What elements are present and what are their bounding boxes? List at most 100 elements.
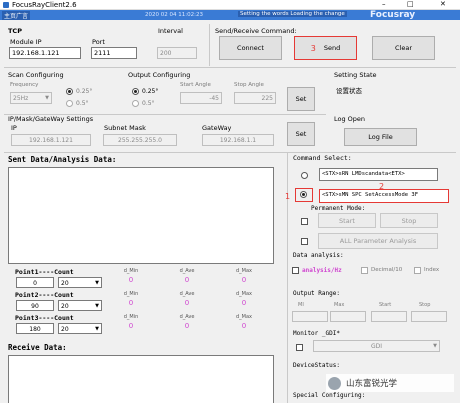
decimal-checkbox[interactable] [361, 267, 368, 274]
point-count-select[interactable]: 20 ▼ [58, 277, 102, 288]
ip-set-button[interactable]: Set [287, 122, 315, 146]
module-ip-label: Module IP [10, 38, 42, 46]
send-receive-label: Send/Receive Command: [215, 27, 297, 35]
receive-data-textarea[interactable] [8, 355, 274, 403]
permanent-mode-label: Permanent Mode: [311, 205, 366, 212]
point-value-input[interactable]: 0 [16, 277, 54, 288]
chevron-down-icon: ▼ [95, 326, 99, 332]
all-param-button[interactable]: ALL Parameter Analysis [318, 233, 438, 249]
point-max: d_Max 0 [231, 268, 257, 284]
scan-opt1-label: 0.25° [76, 88, 93, 95]
ip-label: IP [11, 124, 17, 132]
menu-fragment[interactable]: 主页广言 [2, 11, 31, 20]
data-analysis-label: Data analysis: [293, 252, 344, 259]
ave-label: d_Ave [179, 268, 195, 274]
annotation-1: 1 [285, 192, 291, 201]
range-mi-label: MI [298, 302, 304, 308]
point-label: Point2----Count [15, 291, 74, 299]
maximize-icon[interactable]: □ [407, 0, 414, 8]
output-radio-05[interactable] [132, 100, 139, 107]
cmd1-radio[interactable] [301, 172, 308, 179]
analysis-checkbox[interactable] [292, 267, 299, 274]
close-icon[interactable]: ✕ [440, 0, 446, 8]
minimize-icon[interactable]: – [382, 0, 386, 8]
monitor-value: GDI [370, 343, 383, 350]
point-max: d_Max 0 [231, 291, 257, 307]
log-file-button[interactable]: Log File [344, 128, 417, 146]
point-value-input[interactable]: 180 [16, 323, 54, 334]
point-count-select[interactable]: 20 ▼ [58, 300, 102, 311]
permanent-mode-checkbox[interactable] [301, 218, 308, 225]
chevron-down-icon: ▼ [95, 280, 99, 286]
max-value: 0 [241, 276, 247, 284]
gateway-input[interactable]: 192.168.1.1 [202, 134, 274, 146]
output-radio-025[interactable] [132, 88, 139, 95]
start-button[interactable]: Start [318, 213, 376, 228]
sent-data-textarea[interactable] [8, 167, 274, 264]
start-angle-input[interactable]: -45 [180, 92, 222, 104]
divider [209, 24, 210, 66]
stop-angle-input[interactable]: 225 [234, 92, 276, 104]
monitor-checkbox[interactable] [296, 344, 303, 351]
min-value: 0 [128, 322, 134, 330]
max-label: d_Max [235, 314, 252, 320]
ipmask-label: IP/Mask/GateWay Settings [8, 115, 94, 123]
frequency-label: Frequency [10, 82, 39, 88]
point-label: Point3----Count [15, 314, 74, 322]
stop-button[interactable]: Stop [380, 213, 438, 228]
point-value-input[interactable]: 90 [16, 300, 54, 311]
command-select-label: Command Select: [293, 154, 352, 162]
index-checkbox[interactable] [414, 267, 421, 274]
ip-input[interactable]: 192.168.1.121 [11, 134, 91, 146]
clear-button[interactable]: Clear [372, 36, 435, 60]
output-label: Output Configuring [128, 71, 191, 79]
receive-data-label: Receive Data: [8, 343, 67, 352]
max-value: 0 [241, 299, 247, 307]
header-date: 2020 02 04 11:02:23 [145, 12, 203, 18]
decimal-label: Decimal/10 [371, 267, 403, 273]
point-count-value: 20 [61, 280, 69, 287]
app-icon [3, 2, 9, 8]
send-button[interactable]: 3 Send [294, 36, 357, 60]
output-opt1-label: 0.25° [142, 88, 159, 95]
range-start-input[interactable] [371, 311, 407, 322]
cmd1-input[interactable]: <STX>sRN LMDscandata<ETX> [319, 168, 438, 181]
range-mi-input[interactable] [292, 311, 328, 322]
watermark: 山东富锐光学 [326, 374, 454, 392]
cmd2-input[interactable]: <STX>sMN SPC SetAccessMode 3F [319, 189, 449, 203]
scan-radio-025[interactable] [66, 88, 73, 95]
window-title: FocusRayClient2.6 [12, 1, 77, 9]
sent-data-label: Sent Data/Analysis Data: [8, 155, 117, 164]
point-max: d_Max 0 [231, 314, 257, 330]
ave-value: 0 [184, 276, 190, 284]
frequency-value: 25Hz [13, 95, 29, 102]
all-param-checkbox[interactable] [301, 238, 308, 245]
ave-value: 0 [184, 322, 190, 330]
send-annotation: 3 [310, 43, 316, 53]
connect-button[interactable]: Connect [219, 36, 282, 60]
interval-input[interactable]: 200 [157, 47, 197, 59]
range-max-input[interactable] [330, 311, 366, 322]
header-message: Setting the words Loading the change [238, 11, 347, 17]
range-stop-input[interactable] [411, 311, 447, 322]
mask-input[interactable]: 255.255.255.0 [103, 134, 177, 146]
port-input[interactable]: 2111 [91, 47, 137, 59]
output-opt2-label: 0.5° [142, 100, 155, 107]
device-status-label: DeviceStatus: [293, 362, 340, 369]
point-count-select[interactable]: 20 ▼ [58, 323, 102, 334]
module-ip-input[interactable]: 192.168.1.121 [9, 47, 81, 59]
scan-radio-05[interactable] [66, 100, 73, 107]
frequency-select[interactable]: 25Hz ▼ [10, 92, 52, 104]
output-set-button[interactable]: Set [287, 87, 315, 111]
ave-value: 0 [184, 299, 190, 307]
analysis-label: analysis/Hz [302, 267, 342, 274]
monitor-select[interactable]: GDI ▼ [313, 340, 440, 352]
monitor-label: Monitor _GDI* [293, 330, 340, 337]
cmd2-radio[interactable] [300, 191, 307, 198]
min-value: 0 [128, 299, 134, 307]
point-count-value: 20 [61, 303, 69, 310]
range-max-label: Max [334, 302, 345, 308]
tcp-label: TCP [8, 27, 22, 35]
ave-label: d_Ave [179, 291, 195, 297]
title-bar[interactable]: FocusRayClient2.6 – □ ✕ [0, 0, 460, 10]
